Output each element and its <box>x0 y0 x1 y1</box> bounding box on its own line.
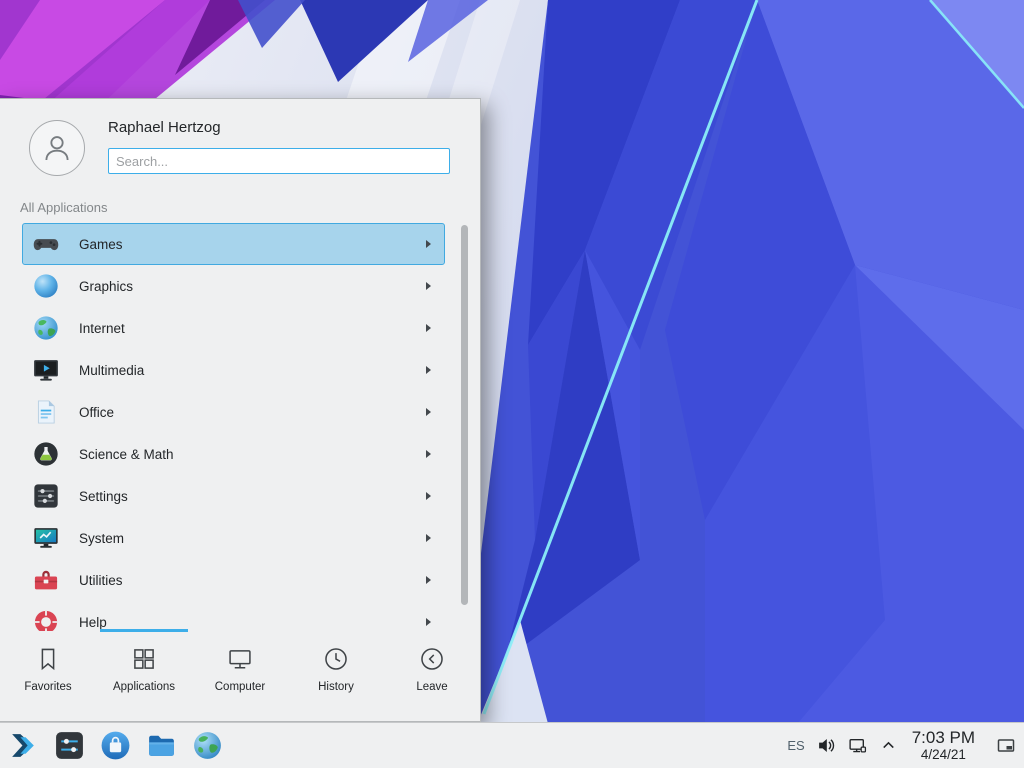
submenu-arrow-icon <box>426 324 431 332</box>
category-label: System <box>79 531 124 546</box>
globe-icon <box>32 314 60 342</box>
tab-label: Leave <box>416 681 447 693</box>
digital-clock[interactable]: 7:03 PM 4/24/21 <box>910 728 977 762</box>
category-label: Multimedia <box>79 363 144 378</box>
tab-applications[interactable]: Applications <box>96 632 192 723</box>
toolbox-icon <box>32 566 60 594</box>
document-icon <box>32 398 60 426</box>
submenu-arrow-icon <box>426 618 431 626</box>
user-avatar <box>29 120 85 176</box>
discover-icon[interactable] <box>99 729 132 762</box>
tab-favorites[interactable]: Favorites <box>0 632 96 723</box>
leave-icon <box>418 645 446 673</box>
web-browser-icon[interactable] <box>191 729 224 762</box>
keyboard-layout-indicator[interactable]: ES <box>787 738 804 753</box>
category-item-utilities[interactable]: Utilities <box>22 559 445 601</box>
show-desktop-icon <box>996 736 1016 756</box>
computer-icon <box>226 645 254 673</box>
category-item-system[interactable]: System <box>22 517 445 559</box>
tab-label: Applications <box>113 681 175 693</box>
search-input[interactable] <box>108 148 450 174</box>
clock-time: 7:03 PM <box>912 728 975 747</box>
lifebuoy-icon <box>32 608 60 631</box>
tray-expand-icon[interactable] <box>879 736 898 755</box>
category-label: Settings <box>79 489 128 504</box>
tab-computer[interactable]: Computer <box>192 632 288 723</box>
desktop: Raphael Hertzog All Applications Games <box>0 0 1024 768</box>
tab-label: Favorites <box>24 681 71 693</box>
category-item-graphics[interactable]: Graphics <box>22 265 445 307</box>
category-item-office[interactable]: Office <box>22 391 445 433</box>
submenu-arrow-icon <box>426 534 431 542</box>
sliders-icon <box>32 482 60 510</box>
network-icon[interactable] <box>848 736 867 755</box>
submenu-arrow-icon <box>426 366 431 374</box>
launcher-tabbar: Favorites Applications Computer History <box>0 632 480 723</box>
category-label: Office <box>79 405 114 420</box>
tab-history[interactable]: History <box>288 632 384 723</box>
category-item-multimedia[interactable]: Multimedia <box>22 349 445 391</box>
gamepad-icon <box>32 230 60 258</box>
system-monitor-icon <box>32 524 60 552</box>
category-label: Utilities <box>79 573 123 588</box>
tab-label: Computer <box>215 681 266 693</box>
system-settings-icon[interactable] <box>53 729 86 762</box>
clock-icon <box>322 645 350 673</box>
scrollbar[interactable] <box>461 225 468 605</box>
person-icon <box>40 131 74 165</box>
file-manager-icon[interactable] <box>145 729 178 762</box>
sphere-icon <box>32 272 60 300</box>
category-label: Internet <box>79 321 125 336</box>
tab-leave[interactable]: Leave <box>384 632 480 723</box>
volume-icon[interactable] <box>817 736 836 755</box>
category-item-help[interactable]: Help <box>22 601 445 631</box>
submenu-arrow-icon <box>426 408 431 416</box>
category-label: Science & Math <box>79 447 174 462</box>
show-desktop-button[interactable] <box>993 726 1019 766</box>
bookmark-icon <box>34 645 62 673</box>
submenu-arrow-icon <box>426 240 431 248</box>
submenu-arrow-icon <box>426 450 431 458</box>
category-item-science-math[interactable]: Science & Math <box>22 433 445 475</box>
grid-icon <box>130 645 158 673</box>
kickoff-launcher-icon[interactable] <box>7 729 40 762</box>
category-item-settings[interactable]: Settings <box>22 475 445 517</box>
category-list: Games Graphics <box>22 223 445 631</box>
category-item-games[interactable]: Games <box>22 223 445 265</box>
category-label: Games <box>79 237 123 252</box>
category-item-internet[interactable]: Internet <box>22 307 445 349</box>
taskbar: ES 7:03 PM 4/24/21 <box>0 722 1024 768</box>
category-label: Help <box>79 615 107 630</box>
monitor-play-icon <box>32 356 60 384</box>
flask-icon <box>32 440 60 468</box>
submenu-arrow-icon <box>426 282 431 290</box>
submenu-arrow-icon <box>426 492 431 500</box>
taskbar-apps <box>7 723 224 768</box>
system-tray: ES 7:03 PM 4/24/21 <box>787 723 1019 768</box>
clock-date: 4/24/21 <box>912 747 975 762</box>
submenu-arrow-icon <box>426 576 431 584</box>
user-name: Raphael Hertzog <box>108 119 221 136</box>
tab-label: History <box>318 681 354 693</box>
application-launcher-menu: Raphael Hertzog All Applications Games <box>0 98 481 722</box>
category-label: Graphics <box>79 279 133 294</box>
section-label: All Applications <box>20 200 107 215</box>
